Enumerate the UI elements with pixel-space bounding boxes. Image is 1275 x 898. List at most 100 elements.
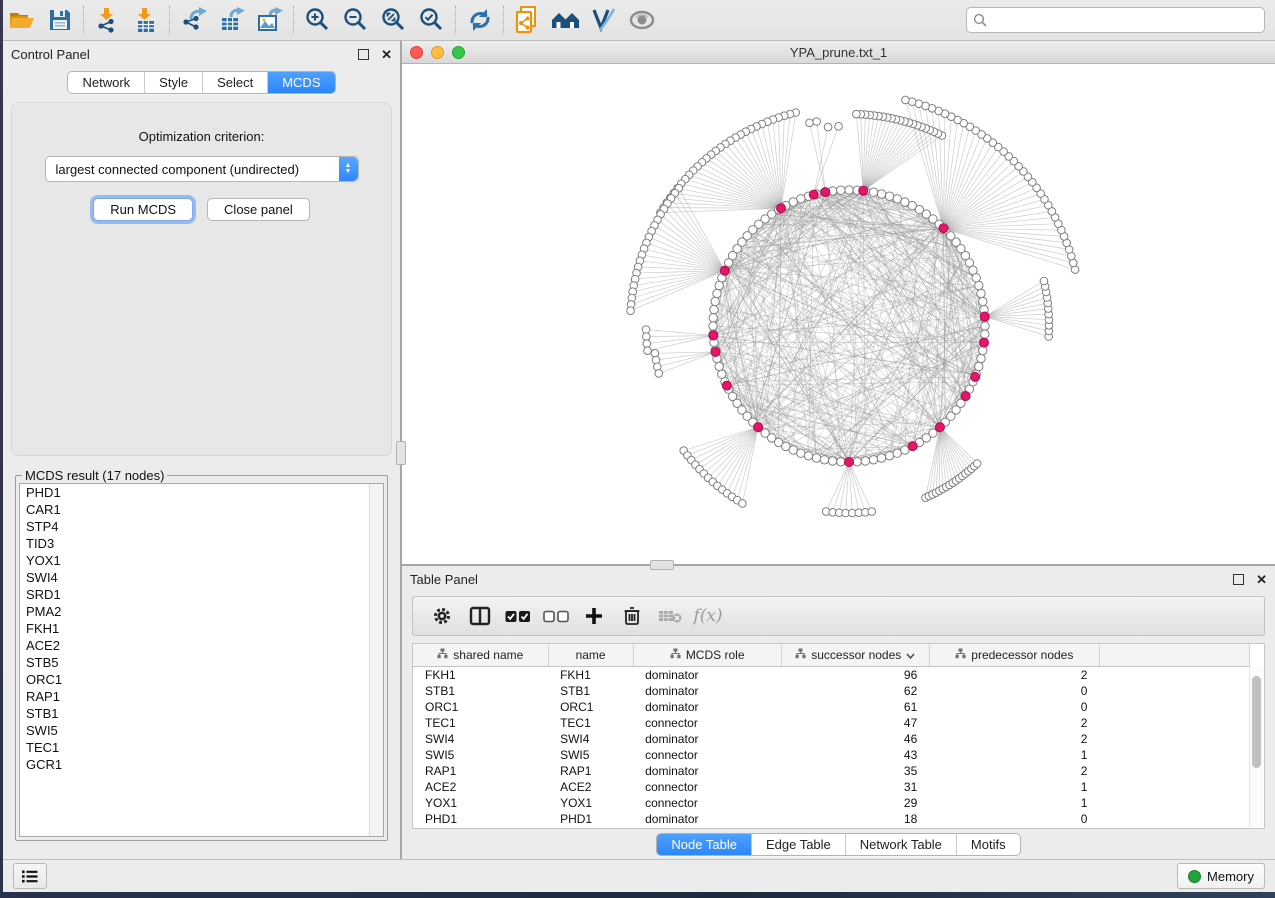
table-cell[interactable]: PHD1 (413, 811, 548, 827)
table-cell[interactable]: ACE2 (413, 779, 548, 795)
table-cell[interactable]: 2 (929, 667, 1099, 684)
table-row[interactable]: YOX1YOX1connector291 (413, 795, 1250, 811)
table-cell[interactable]: 35 (781, 763, 929, 779)
tab-select[interactable]: Select (203, 72, 268, 93)
table-cell[interactable]: 31 (781, 779, 929, 795)
table-cell[interactable]: connector (633, 795, 781, 811)
save-icon[interactable] (41, 3, 79, 37)
zoom-out-icon[interactable] (337, 3, 375, 37)
list-scrollbar[interactable] (369, 484, 383, 836)
table-cell[interactable]: SWI4 (413, 731, 548, 747)
add-icon[interactable] (575, 600, 613, 632)
mcds-result-item[interactable]: STB5 (20, 654, 383, 671)
mcds-result-item[interactable]: SRD1 (20, 586, 383, 603)
table-cell[interactable]: STB1 (413, 683, 548, 699)
tab-network-table[interactable]: Network Table (846, 834, 957, 855)
table-row[interactable]: FKH1FKH1dominator962 (413, 667, 1250, 684)
table-cell[interactable]: 43 (781, 747, 929, 763)
mcds-result-item[interactable]: TID3 (20, 535, 383, 552)
table-cell[interactable]: 47 (781, 715, 929, 731)
column-header-shared-name[interactable]: shared name (413, 644, 548, 667)
show-hide-icon[interactable] (623, 3, 661, 37)
table-cell[interactable]: dominator (633, 699, 781, 715)
float-panel-icon[interactable] (1233, 574, 1244, 585)
export-image-icon[interactable] (251, 3, 289, 37)
table-cell[interactable]: dominator (633, 731, 781, 747)
table-cell[interactable]: YOX1 (548, 795, 633, 811)
column-header-MCDS-role[interactable]: MCDS role (633, 644, 781, 667)
table-cell[interactable]: connector (633, 779, 781, 795)
table-cell[interactable]: SWI5 (548, 747, 633, 763)
first-neighbors-icon[interactable] (547, 3, 585, 37)
close-panel-button[interactable]: Close panel (207, 198, 310, 221)
table-cell[interactable]: 0 (929, 811, 1099, 827)
search-input[interactable] (987, 12, 1258, 28)
column-header-successor-nodes[interactable]: successor nodes (781, 644, 929, 667)
task-history-button[interactable] (13, 863, 47, 889)
table-cell[interactable]: 18 (781, 811, 929, 827)
run-mcds-button[interactable]: Run MCDS (93, 198, 193, 221)
mcds-result-item[interactable]: STB1 (20, 705, 383, 722)
mcds-result-item[interactable]: PMA2 (20, 603, 383, 620)
mcds-result-item[interactable]: FKH1 (20, 620, 383, 637)
table-cell[interactable]: connector (633, 747, 781, 763)
mcds-result-item[interactable]: ACE2 (20, 637, 383, 654)
table-cell[interactable]: FKH1 (548, 667, 633, 684)
export-network-icon[interactable] (175, 3, 213, 37)
import-table-icon[interactable] (127, 3, 165, 37)
mcds-result-item[interactable]: SWI5 (20, 722, 383, 739)
table-cell[interactable]: FKH1 (413, 667, 548, 684)
zoom-selected-icon[interactable] (413, 3, 451, 37)
mcds-result-item[interactable]: GCR1 (20, 756, 383, 773)
gear-icon[interactable] (423, 600, 461, 632)
table-cell[interactable]: PHD1 (548, 811, 633, 827)
column-header-predecessor-nodes[interactable]: predecessor nodes (929, 644, 1099, 667)
table-cell[interactable]: dominator (633, 667, 781, 684)
table-cell[interactable]: RAP1 (548, 763, 633, 779)
show-hide-style-icon[interactable] (585, 3, 623, 37)
table-cell[interactable]: 29 (781, 795, 929, 811)
tab-style[interactable]: Style (145, 72, 203, 93)
table-row[interactable]: ACE2ACE2connector311 (413, 779, 1250, 795)
vertical-splitter-handle[interactable] (396, 441, 406, 465)
export-table-icon[interactable] (213, 3, 251, 37)
deselect-all-icon[interactable] (537, 600, 575, 632)
horizontal-splitter-handle[interactable] (650, 560, 674, 570)
table-row[interactable]: RAP1RAP1dominator352 (413, 763, 1250, 779)
tab-mcds[interactable]: MCDS (268, 72, 334, 93)
table-row[interactable]: PHD1PHD1dominator180 (413, 811, 1250, 827)
import-network-icon[interactable] (89, 3, 127, 37)
select-all-icon[interactable] (499, 600, 537, 632)
mcds-result-item[interactable]: PHD1 (20, 484, 383, 501)
table-row[interactable]: SWI4SWI4dominator462 (413, 731, 1250, 747)
table-cell[interactable]: TEC1 (548, 715, 633, 731)
table-cell[interactable]: dominator (633, 763, 781, 779)
table-cell[interactable]: 2 (929, 731, 1099, 747)
table-cell[interactable]: SWI5 (413, 747, 548, 763)
zoom-fit-icon[interactable] (375, 3, 413, 37)
mcds-result-item[interactable]: RAP1 (20, 688, 383, 705)
memory-button[interactable]: Memory (1177, 863, 1265, 889)
new-network-from-selection-icon[interactable] (509, 3, 547, 37)
table-cell[interactable]: RAP1 (413, 763, 548, 779)
float-panel-icon[interactable] (358, 49, 369, 60)
table-cell[interactable]: ORC1 (548, 699, 633, 715)
column-header-name[interactable]: name (548, 644, 633, 667)
table-scrollbar[interactable] (1249, 666, 1263, 827)
columns-icon[interactable] (461, 600, 499, 632)
close-panel-icon[interactable]: ✕ (381, 48, 392, 61)
table-cell[interactable]: 46 (781, 731, 929, 747)
mcds-result-list[interactable]: PHD1CAR1STP4TID3YOX1SWI4SRD1PMA2FKH1ACE2… (19, 483, 384, 837)
refresh-icon[interactable] (461, 3, 499, 37)
search-field[interactable] (966, 7, 1265, 33)
tab-network[interactable]: Network (68, 72, 145, 93)
table-cell[interactable]: 1 (929, 795, 1099, 811)
table-cell[interactable]: dominator (633, 811, 781, 827)
table-cell[interactable]: dominator (633, 683, 781, 699)
close-panel-icon[interactable]: ✕ (1256, 573, 1267, 586)
network-graph[interactable] (402, 64, 1275, 564)
table-cell[interactable]: TEC1 (413, 715, 548, 731)
tab-motifs[interactable]: Motifs (957, 834, 1020, 855)
mcds-result-item[interactable]: TEC1 (20, 739, 383, 756)
table-cell[interactable]: SWI4 (548, 731, 633, 747)
